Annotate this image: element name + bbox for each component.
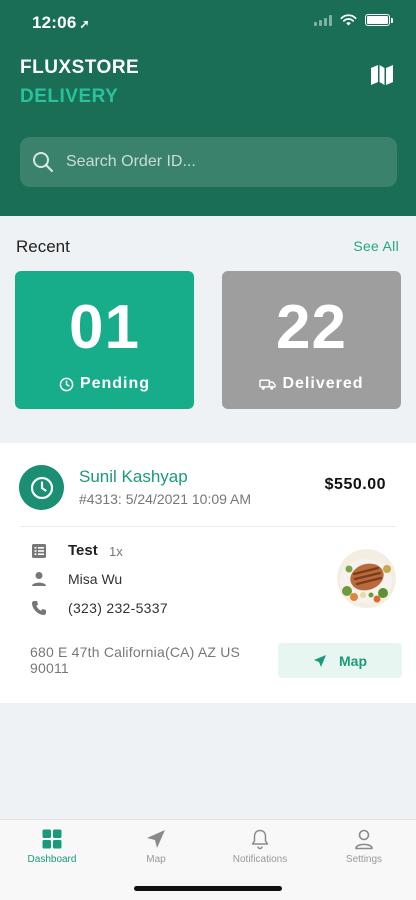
brand-name: FLUXSTORE bbox=[20, 57, 140, 78]
battery-icon bbox=[365, 14, 393, 26]
dashboard-icon bbox=[42, 829, 62, 849]
map-icon bbox=[371, 65, 393, 85]
item-quantity: 1x bbox=[109, 544, 123, 559]
phone-icon bbox=[32, 601, 46, 615]
pending-label: Pending bbox=[79, 375, 151, 392]
search-input[interactable] bbox=[66, 153, 356, 171]
phone-number[interactable]: (323) 232-5337 bbox=[68, 600, 168, 616]
status-time-text: 12:06 bbox=[32, 13, 77, 32]
nav-dashboard[interactable]: Dashboard bbox=[0, 828, 104, 865]
map-view-button[interactable] bbox=[370, 64, 394, 88]
navigation-arrow-icon bbox=[147, 830, 165, 848]
status-bar: 12:06 ➚ bbox=[0, 0, 416, 44]
nav-map-label: Map bbox=[146, 854, 166, 865]
brand: FLUXSTORE DELIVERY bbox=[20, 57, 139, 108]
recent-title: Recent bbox=[16, 237, 70, 256]
home-indicator bbox=[134, 886, 282, 891]
nav-map[interactable]: Map bbox=[104, 828, 208, 865]
customer-name[interactable]: Sunil Kashyap bbox=[79, 467, 188, 487]
search-bar[interactable] bbox=[20, 137, 397, 187]
bell-icon bbox=[251, 829, 269, 850]
navigation-arrow-icon bbox=[314, 654, 326, 667]
delivered-label-row: Delivered bbox=[222, 375, 401, 393]
nav-settings-label: Settings bbox=[345, 854, 383, 865]
delivered-label: Delivered bbox=[282, 375, 364, 392]
user-icon bbox=[355, 829, 373, 850]
brand-subtitle: DELIVERY bbox=[20, 86, 119, 107]
location-arrow-icon: ➚ bbox=[79, 17, 90, 31]
person-icon bbox=[32, 572, 46, 586]
nav-dashboard-label: Dashboard bbox=[27, 854, 77, 865]
search-icon bbox=[33, 152, 54, 173]
nav-notifications[interactable]: Notifications bbox=[208, 828, 312, 865]
food-image bbox=[337, 549, 396, 608]
nav-notifications-label: Notifications bbox=[232, 854, 288, 865]
divider bbox=[20, 526, 396, 527]
pending-count: 01 bbox=[69, 293, 140, 362]
clock-icon bbox=[30, 476, 53, 499]
status-indicators bbox=[314, 14, 393, 26]
delivery-address: 680 E 47th California(CA) AZ US 90011 bbox=[30, 644, 241, 676]
pending-card[interactable]: 01 Pending bbox=[15, 271, 194, 409]
order-status-avatar bbox=[19, 465, 64, 510]
pending-label-row: Pending bbox=[15, 375, 194, 393]
signal-icon bbox=[314, 14, 332, 26]
delivered-card[interactable]: 22 Delivered bbox=[222, 271, 401, 409]
delivered-count: 22 bbox=[276, 293, 347, 362]
see-all-link[interactable]: See All bbox=[353, 238, 399, 254]
receiver-name: Misa Wu bbox=[68, 571, 123, 587]
order-meta: #4313: 5/24/2021 10:09 AM bbox=[79, 491, 252, 507]
order-card[interactable]: Sunil Kashyap #4313: 5/24/2021 10:09 AM … bbox=[0, 443, 416, 703]
truck-icon bbox=[259, 379, 277, 390]
status-time: 12:06 ➚ bbox=[32, 13, 90, 33]
list-icon bbox=[32, 544, 46, 558]
app-header: 12:06 ➚ FLUXSTORE DELIVERY bbox=[0, 0, 416, 216]
wifi-icon bbox=[340, 14, 357, 26]
map-button[interactable]: Map bbox=[278, 643, 402, 678]
nav-settings[interactable]: Settings bbox=[312, 828, 416, 865]
item-name: Test bbox=[68, 542, 98, 559]
map-button-label: Map bbox=[339, 652, 367, 669]
order-total: $550.00 bbox=[324, 476, 386, 493]
clock-icon bbox=[59, 377, 74, 391]
